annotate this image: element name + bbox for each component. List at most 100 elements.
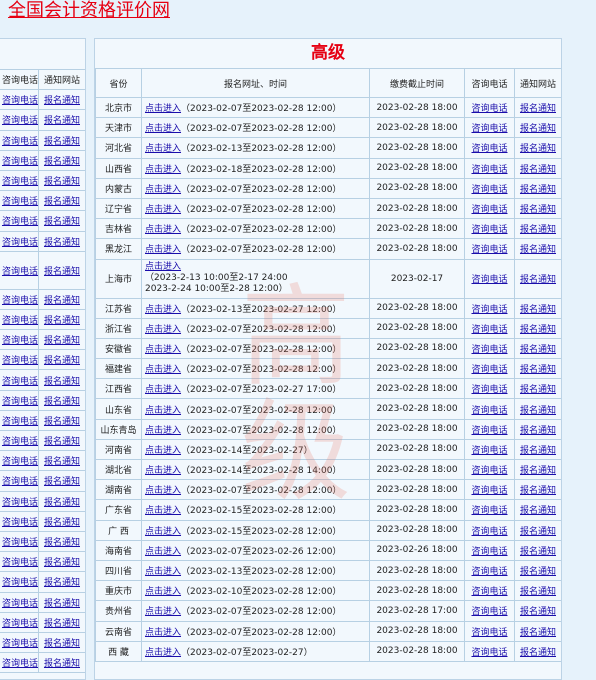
notice-link[interactable]: 报名通知 xyxy=(520,648,556,658)
phone-link[interactable]: 咨询电话 xyxy=(471,406,507,416)
enter-link[interactable]: 点击进入 xyxy=(145,165,181,175)
enter-link[interactable]: 点击进入 xyxy=(145,365,181,375)
notice-link[interactable]: 报名通知 xyxy=(520,527,556,537)
left-phone-link[interactable]: 咨询电话 xyxy=(2,116,38,126)
left-phone-link[interactable]: 咨询电话 xyxy=(2,267,38,277)
left-notice-link[interactable]: 报名通知 xyxy=(44,457,80,467)
enter-link[interactable]: 点击进入 xyxy=(145,205,181,215)
left-notice-link[interactable]: 报名通知 xyxy=(44,619,80,629)
notice-link[interactable]: 报名通知 xyxy=(520,446,556,456)
enter-link[interactable]: 点击进入 xyxy=(145,104,181,114)
enter-link[interactable]: 点击进入 xyxy=(145,587,181,597)
phone-link[interactable]: 咨询电话 xyxy=(471,225,507,235)
left-notice-link[interactable]: 报名通知 xyxy=(44,538,80,548)
phone-link[interactable]: 咨询电话 xyxy=(471,567,507,577)
site-title-link[interactable]: 全国会计资格评价网 xyxy=(8,0,170,22)
phone-link[interactable]: 咨询电话 xyxy=(471,628,507,638)
left-phone-link[interactable]: 咨询电话 xyxy=(2,177,38,187)
left-phone-link[interactable]: 咨询电话 xyxy=(2,397,38,407)
left-phone-link[interactable]: 咨询电话 xyxy=(2,137,38,147)
left-notice-link[interactable]: 报名通知 xyxy=(44,397,80,407)
enter-link[interactable]: 点击进入 xyxy=(145,547,181,557)
left-phone-link[interactable]: 咨询电话 xyxy=(2,197,38,207)
enter-link[interactable]: 点击进入 xyxy=(145,245,181,255)
notice-link[interactable]: 报名通知 xyxy=(520,587,556,597)
enter-link[interactable]: 点击进入 xyxy=(145,144,181,154)
phone-link[interactable]: 咨询电话 xyxy=(471,104,507,114)
left-phone-link[interactable]: 咨询电话 xyxy=(2,599,38,609)
left-phone-link[interactable]: 咨询电话 xyxy=(2,316,38,326)
left-phone-link[interactable]: 咨询电话 xyxy=(2,157,38,167)
left-notice-link[interactable]: 报名通知 xyxy=(44,356,80,366)
phone-link[interactable]: 咨询电话 xyxy=(471,325,507,335)
left-phone-link[interactable]: 咨询电话 xyxy=(2,96,38,106)
left-notice-link[interactable]: 报名通知 xyxy=(44,116,80,126)
left-notice-link[interactable]: 报名通知 xyxy=(44,498,80,508)
phone-link[interactable]: 咨询电话 xyxy=(471,144,507,154)
notice-link[interactable]: 报名通知 xyxy=(520,185,556,195)
left-phone-link[interactable]: 咨询电话 xyxy=(2,639,38,649)
left-phone-link[interactable]: 咨询电话 xyxy=(2,558,38,568)
notice-link[interactable]: 报名通知 xyxy=(520,567,556,577)
left-phone-link[interactable]: 咨询电话 xyxy=(2,498,38,508)
notice-link[interactable]: 报名通知 xyxy=(520,144,556,154)
phone-link[interactable]: 咨询电话 xyxy=(471,385,507,395)
left-notice-link[interactable]: 报名通知 xyxy=(44,316,80,326)
notice-link[interactable]: 报名通知 xyxy=(520,628,556,638)
left-notice-link[interactable]: 报名通知 xyxy=(44,267,80,277)
left-notice-link[interactable]: 报名通知 xyxy=(44,377,80,387)
phone-link[interactable]: 咨询电话 xyxy=(471,305,507,315)
enter-link[interactable]: 点击进入 xyxy=(145,325,181,335)
notice-link[interactable]: 报名通知 xyxy=(520,466,556,476)
notice-link[interactable]: 报名通知 xyxy=(520,305,556,315)
phone-link[interactable]: 咨询电话 xyxy=(471,124,507,134)
phone-link[interactable]: 咨询电话 xyxy=(471,165,507,175)
left-notice-link[interactable]: 报名通知 xyxy=(44,477,80,487)
phone-link[interactable]: 咨询电话 xyxy=(471,245,507,255)
left-notice-link[interactable]: 报名通知 xyxy=(44,137,80,147)
notice-link[interactable]: 报名通知 xyxy=(520,205,556,215)
left-notice-link[interactable]: 报名通知 xyxy=(44,639,80,649)
enter-link[interactable]: 点击进入 xyxy=(145,466,181,476)
left-notice-link[interactable]: 报名通知 xyxy=(44,296,80,306)
left-phone-link[interactable]: 咨询电话 xyxy=(2,659,38,669)
notice-link[interactable]: 报名通知 xyxy=(520,104,556,114)
enter-link[interactable]: 点击进入 xyxy=(145,506,181,516)
enter-link[interactable]: 点击进入 xyxy=(145,406,181,416)
left-notice-link[interactable]: 报名通知 xyxy=(44,417,80,427)
left-phone-link[interactable]: 咨询电话 xyxy=(2,238,38,248)
phone-link[interactable]: 咨询电话 xyxy=(471,205,507,215)
left-notice-link[interactable]: 报名通知 xyxy=(44,217,80,227)
enter-link[interactable]: 点击进入 xyxy=(145,185,181,195)
notice-link[interactable]: 报名通知 xyxy=(520,426,556,436)
left-phone-link[interactable]: 咨询电话 xyxy=(2,437,38,447)
notice-link[interactable]: 报名通知 xyxy=(520,275,556,285)
left-phone-link[interactable]: 咨询电话 xyxy=(2,336,38,346)
phone-link[interactable]: 咨询电话 xyxy=(471,446,507,456)
phone-link[interactable]: 咨询电话 xyxy=(471,547,507,557)
left-notice-link[interactable]: 报名通知 xyxy=(44,238,80,248)
phone-link[interactable]: 咨询电话 xyxy=(471,587,507,597)
phone-link[interactable]: 咨询电话 xyxy=(471,506,507,516)
notice-link[interactable]: 报名通知 xyxy=(520,325,556,335)
enter-link[interactable]: 点击进入 xyxy=(145,628,181,638)
left-phone-link[interactable]: 咨询电话 xyxy=(2,417,38,427)
phone-link[interactable]: 咨询电话 xyxy=(471,527,507,537)
enter-link[interactable]: 点击进入 xyxy=(145,262,181,272)
left-notice-link[interactable]: 报名通知 xyxy=(44,437,80,447)
left-notice-link[interactable]: 报名通知 xyxy=(44,336,80,346)
left-phone-link[interactable]: 咨询电话 xyxy=(2,538,38,548)
enter-link[interactable]: 点击进入 xyxy=(145,527,181,537)
left-phone-link[interactable]: 咨询电话 xyxy=(2,457,38,467)
phone-link[interactable]: 咨询电话 xyxy=(471,365,507,375)
notice-link[interactable]: 报名通知 xyxy=(520,124,556,134)
enter-link[interactable]: 点击进入 xyxy=(145,567,181,577)
notice-link[interactable]: 报名通知 xyxy=(520,486,556,496)
left-notice-link[interactable]: 报名通知 xyxy=(44,558,80,568)
left-phone-link[interactable]: 咨询电话 xyxy=(2,518,38,528)
phone-link[interactable]: 咨询电话 xyxy=(471,426,507,436)
left-notice-link[interactable]: 报名通知 xyxy=(44,177,80,187)
left-phone-link[interactable]: 咨询电话 xyxy=(2,356,38,366)
enter-link[interactable]: 点击进入 xyxy=(145,385,181,395)
notice-link[interactable]: 报名通知 xyxy=(520,345,556,355)
